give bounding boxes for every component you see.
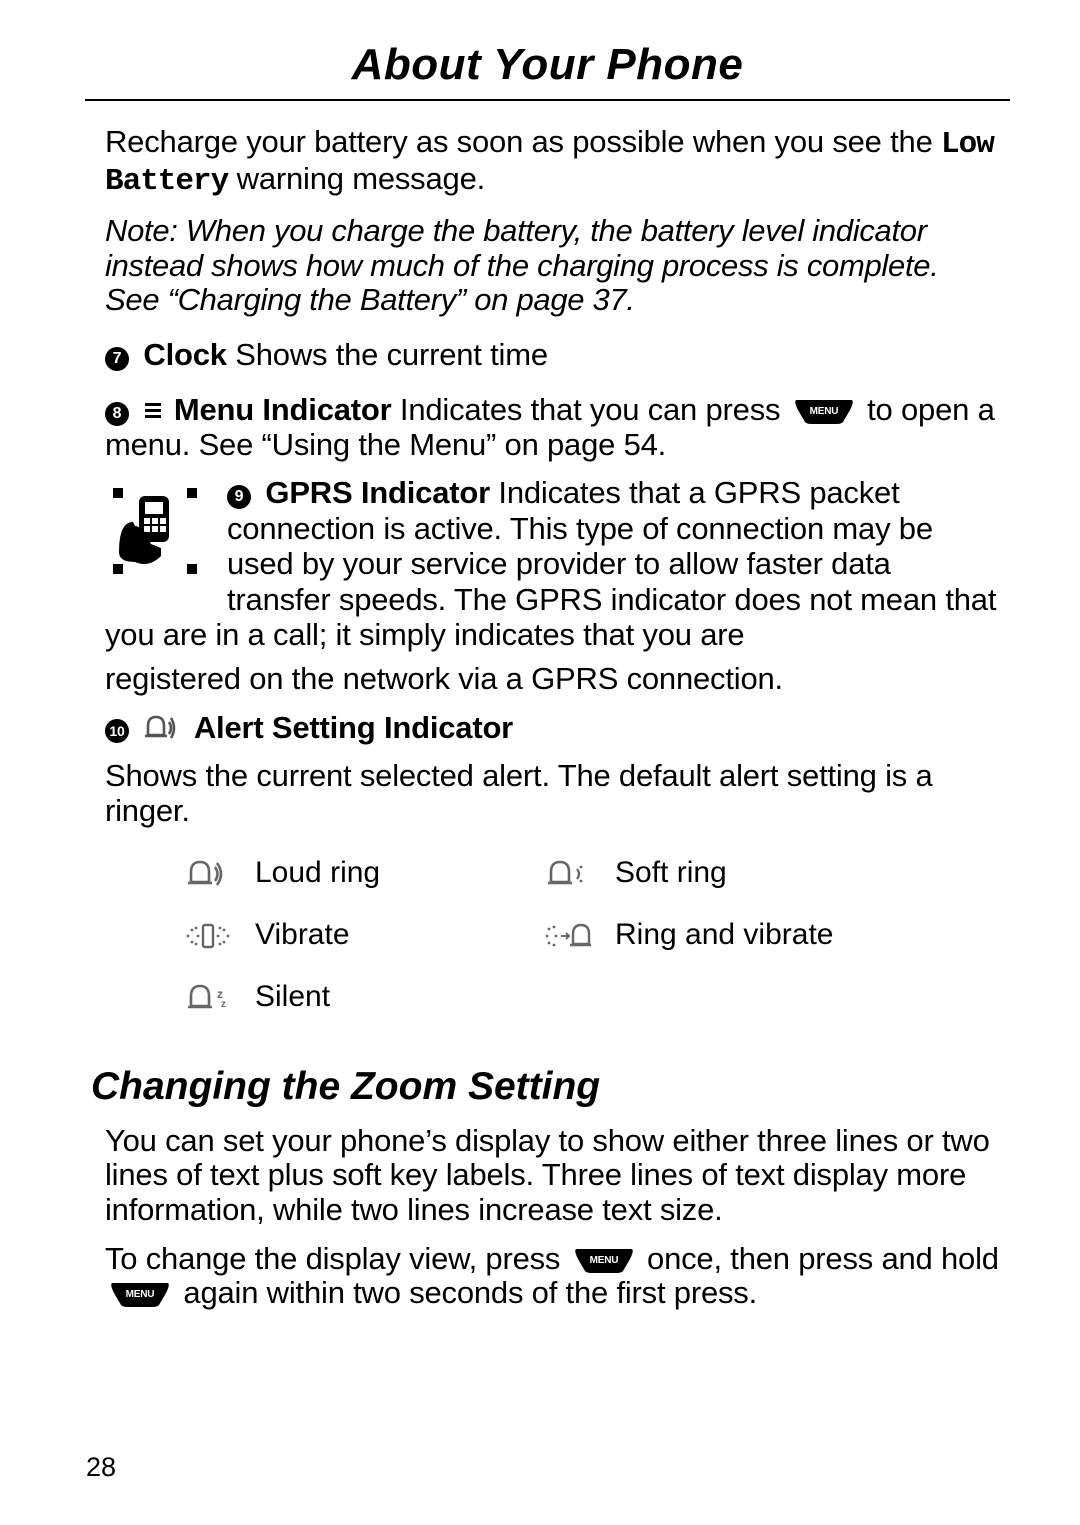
silent-icon: z z — [185, 983, 231, 1013]
alert-loud-ring-label: Loud ring — [255, 856, 380, 891]
marker-10-icon: 10 — [105, 719, 129, 743]
item-menu-label: Menu Indicator — [174, 392, 392, 427]
alert-ring-and-vibrate-label: Ring and vibrate — [615, 918, 833, 953]
item-gprs-cont: registered on the network via a GPRS con… — [105, 662, 1000, 697]
svg-text:z: z — [221, 999, 226, 1010]
alert-silent-label: Silent — [255, 980, 330, 1015]
alert-silent: z z Silent — [185, 973, 545, 1023]
item-alert: 10 Alert Setting Indicator — [105, 711, 1000, 750]
text: warning message. — [228, 161, 485, 196]
soft-ring-icon — [545, 859, 591, 889]
text: again within two seconds of the first pr… — [175, 1275, 757, 1310]
page-number: 28 — [86, 1452, 116, 1483]
vibrate-icon — [185, 921, 231, 951]
alert-ring-and-vibrate: Ring and vibrate — [545, 911, 945, 961]
svg-text:MENU: MENU — [809, 406, 838, 417]
alert-soft-ring: Soft ring — [545, 849, 945, 899]
zoom-paragraph-1: You can set your phone’s display to show… — [105, 1124, 1000, 1228]
gprs-hand-phone-icon — [105, 482, 215, 597]
alert-setting-icon — [145, 714, 179, 750]
low-battery-term-1: Low — [941, 127, 994, 162]
page: About Your Phone Recharge your battery a… — [0, 0, 1080, 1525]
svg-text:MENU: MENU — [589, 1255, 618, 1266]
item-gprs: 9 GPRS Indicator Indicates that a GPRS p… — [105, 476, 1000, 654]
marker-8-icon: 8 — [105, 402, 129, 426]
menu-key-icon: MENU — [793, 396, 855, 424]
alert-options-grid: Loud ring Soft ring — [185, 843, 1000, 1029]
note-paragraph: Note: When you charge the battery, the b… — [105, 214, 1000, 318]
menu-key-icon: MENU — [573, 1245, 635, 1273]
ring-and-vibrate-icon — [545, 921, 591, 951]
loud-ring-icon — [185, 859, 231, 889]
item-menu-desc-a: Indicates that you can press — [392, 392, 789, 427]
section-heading-zoom: Changing the Zoom Setting — [91, 1065, 1000, 1110]
alert-loud-ring: Loud ring — [185, 849, 545, 899]
item-menu-indicator: 8 Menu Indicator Indicates that you can … — [105, 393, 1000, 462]
item-gprs-text: 9 GPRS Indicator Indicates that a GPRS p… — [105, 475, 996, 652]
alert-vibrate: Vibrate — [185, 911, 545, 961]
page-body: Recharge your battery as soon as possibl… — [85, 125, 1010, 1312]
marker-9-icon: 9 — [227, 485, 251, 509]
text: Recharge your battery as soon as possibl… — [105, 124, 941, 159]
item-alert-label: Alert Setting Indicator — [194, 710, 513, 745]
alert-vibrate-label: Vibrate — [255, 918, 350, 953]
menu-key-icon: MENU — [109, 1279, 171, 1307]
item-clock-label: Clock — [143, 337, 226, 372]
low-battery-term-2: Battery — [105, 164, 228, 199]
zoom-paragraph-2: To change the display view, press MENU o… — [105, 1242, 1000, 1311]
alert-description: Shows the current selected alert. The de… — [105, 759, 1000, 828]
item-clock-desc: Shows the current time — [227, 337, 548, 372]
text: To change the display view, press — [105, 1241, 569, 1276]
item-gprs-label: GPRS Indicator — [265, 475, 490, 510]
svg-text:MENU: MENU — [126, 1289, 155, 1300]
marker-7-icon: 7 — [105, 347, 129, 371]
low-battery-paragraph: Recharge your battery as soon as possibl… — [105, 125, 1000, 200]
alert-soft-ring-label: Soft ring — [615, 856, 727, 891]
item-clock: 7 Clock Shows the current time — [105, 338, 1000, 373]
text: once, then press and hold — [639, 1241, 999, 1276]
page-title: About Your Phone — [85, 40, 1010, 91]
title-rule — [85, 99, 1010, 101]
menu-indicator-icon — [145, 400, 161, 421]
